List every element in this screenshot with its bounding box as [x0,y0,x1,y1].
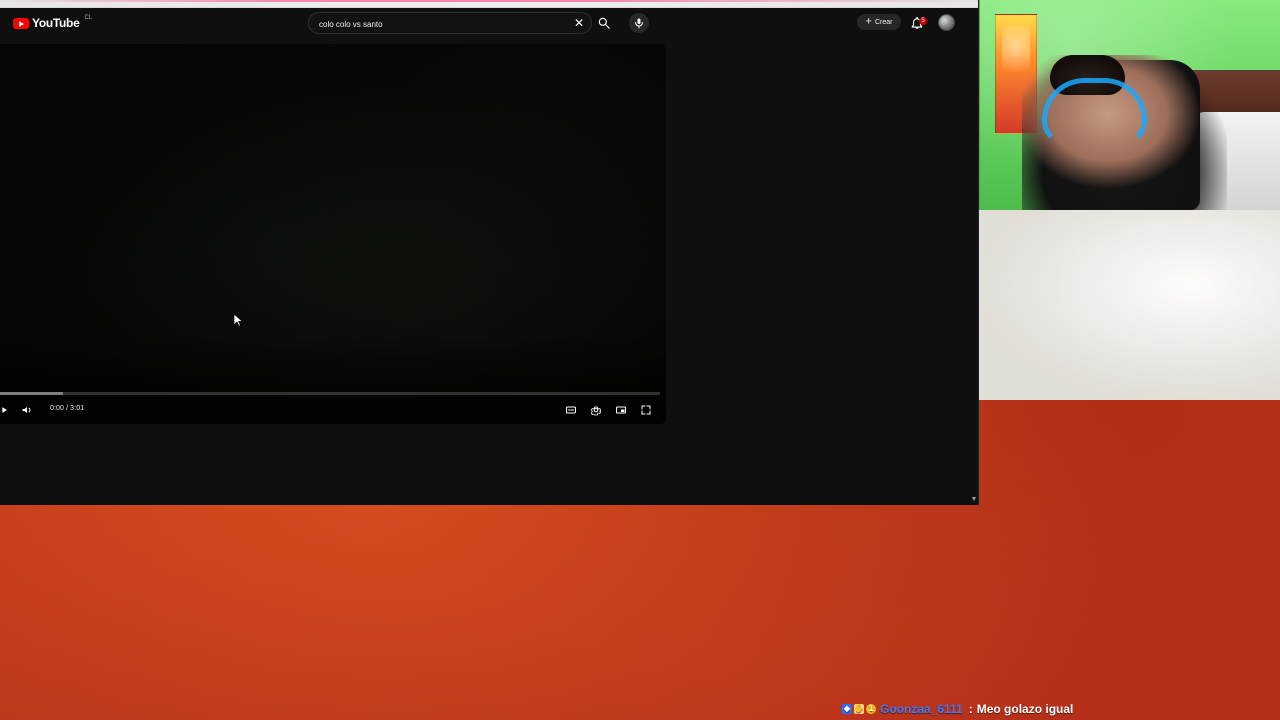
create-button[interactable]: + Crear [857,14,901,30]
shield-badge-icon: ◆ [842,704,852,714]
chat-badges: ◆ ✋ 1 [842,704,876,714]
subtitles-button[interactable] [563,402,579,418]
buffer-bar [0,392,64,395]
notifications-badge: 5 [919,17,927,25]
search-icon [598,17,610,29]
search-button[interactable] [594,13,614,33]
hand-badge-icon: ✋ [854,704,864,714]
create-label: Crear [874,18,893,26]
play-button[interactable] [0,402,10,418]
youtube-masthead: YouTube CL ✕ + Crear [0,7,978,39]
browser-accent [0,0,978,2]
country-code: CL [84,15,92,21]
subtitles-icon [566,406,576,414]
player-controls: 0:00 / 3:01 [0,402,666,418]
video-player[interactable]: 0:00 / 3:01 [0,44,666,424]
search-input[interactable] [317,16,561,32]
youtube-brand-text: YouTube [32,16,80,30]
plus-icon: + [865,15,872,27]
clear-search-button[interactable]: ✕ [572,16,586,30]
mouse-cursor-icon [233,313,243,327]
webcam-overlay [979,0,1280,210]
miniplayer-button[interactable] [613,402,629,418]
close-icon: ✕ [573,16,585,30]
miniplayer-icon [616,406,626,414]
chat-text: Meo golazo igual [976,702,1074,716]
youtube-window: YouTube CL ✕ + Crear [0,0,979,505]
youtube-logo[interactable]: YouTube CL [13,15,92,30]
scroll-down-arrow-icon[interactable]: ▼ [970,496,978,504]
chat-colon: : [968,702,973,716]
volume-icon [22,407,31,413]
fullscreen-button[interactable] [638,402,654,418]
settings-button[interactable] [588,402,604,418]
search-bar[interactable] [308,12,592,34]
gold-badge-icon: 1 [866,704,876,714]
voice-search-button[interactable] [629,13,649,33]
progress-bar[interactable] [0,392,660,395]
microphone-icon [635,18,643,29]
play-icon [2,407,7,413]
time-display: 0:00 / 3:01 [50,405,85,412]
fullscreen-icon [641,405,651,415]
volume-button[interactable] [19,402,35,418]
avatar[interactable] [938,14,955,31]
gear-icon [590,406,602,416]
webcam-headset [1042,78,1147,146]
background-white [978,210,1280,400]
chat-message: ◆ ✋ 1 Goonzaa_6111 : Meo golazo igual [842,701,1073,717]
chat-username: Goonzaa_6111 [880,702,963,716]
youtube-play-logo-icon [13,17,29,29]
